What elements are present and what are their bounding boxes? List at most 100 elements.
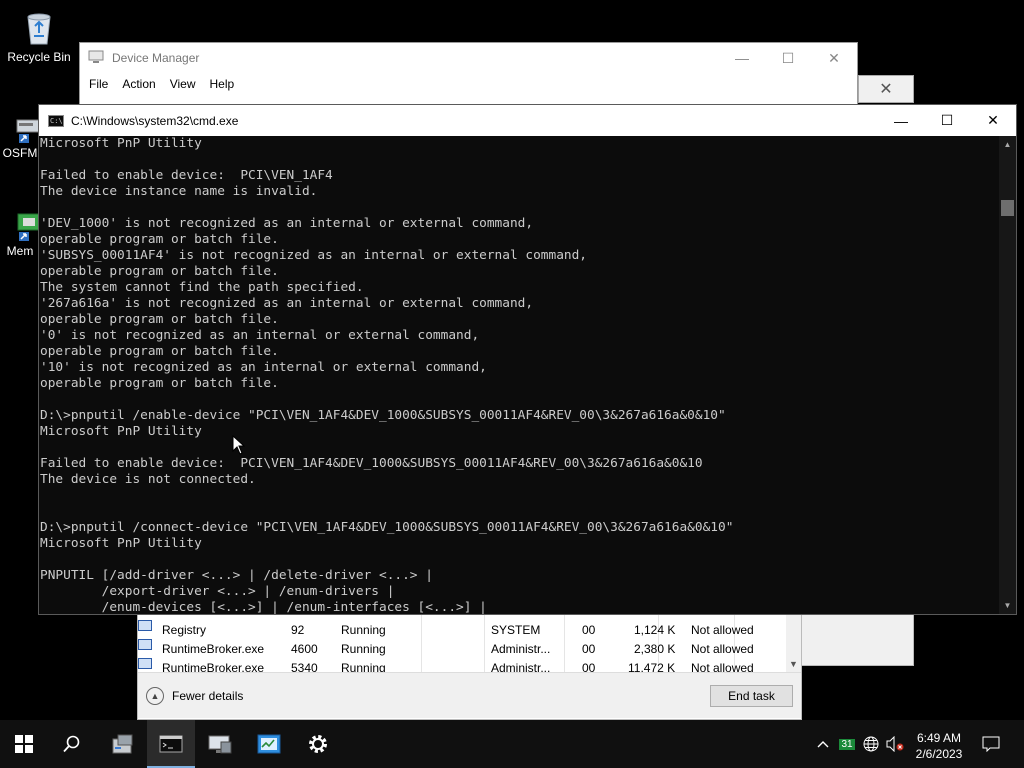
- cmd-icon: C:\: [48, 114, 64, 127]
- show-hidden-icons-button[interactable]: [813, 720, 833, 768]
- scroll-down-icon[interactable]: ▼: [999, 597, 1016, 614]
- taskbar-cmd[interactable]: [147, 720, 195, 768]
- device-manager-window[interactable]: Device Manager — ☐ ✕ File Action View He…: [79, 42, 858, 112]
- task-manager-window[interactable]: Registry 92 Running SYSTEM 00 1,124 K No…: [137, 614, 802, 720]
- menu-help[interactable]: Help: [203, 77, 242, 91]
- table-row[interactable]: RuntimeBroker.exe 4600 Running Administr…: [138, 639, 788, 658]
- console-line: The device instance name is invalid.: [40, 184, 318, 199]
- console-line: /export-driver <...> | /enum-drivers |: [40, 584, 395, 599]
- console-line: operable program or batch file.: [40, 232, 279, 247]
- console-line: D:\>pnputil /enable-device "PCI\VEN_1AF4…: [40, 408, 726, 423]
- taskbar-server-manager[interactable]: [99, 720, 147, 768]
- process-user: Administr...: [491, 642, 551, 656]
- taskbar: 31 6:49 AM 2/6/2023: [0, 720, 1024, 768]
- calendar-icon: 31: [839, 738, 855, 750]
- device-manager-title: Device Manager: [112, 51, 200, 65]
- scroll-up-icon[interactable]: ▲: [999, 136, 1016, 153]
- console-line: '267a616a' is not recognized as an inter…: [40, 296, 534, 311]
- process-status: Running: [341, 623, 386, 637]
- chevron-up-icon: ▲: [146, 687, 164, 705]
- cmd-window[interactable]: C:\ C:\Windows\system32\cmd.exe — ☐ ✕ Mi…: [38, 104, 1017, 615]
- console-line: Failed to enable device: PCI\VEN_1AF4: [40, 168, 333, 183]
- process-name: RuntimeBroker.exe: [162, 661, 265, 672]
- console-line: operable program or batch file.: [40, 376, 279, 391]
- cmd-scrollbar[interactable]: ▲ ▼: [999, 136, 1016, 614]
- notification-icon: [982, 736, 1000, 752]
- process-pid: 92: [291, 623, 305, 637]
- process-pid: 5340: [291, 661, 318, 672]
- process-cpu: 00: [582, 642, 596, 656]
- device-manager-titlebar[interactable]: Device Manager — ☐ ✕: [80, 43, 857, 73]
- device-manager-close-button[interactable]: ✕: [811, 43, 857, 73]
- task-manager-close-button[interactable]: ✕: [858, 75, 914, 103]
- process-status: Running: [341, 661, 386, 672]
- device-manager-taskbar-icon: [208, 735, 232, 754]
- process-cpu: 00: [582, 623, 596, 637]
- scrollbar-thumb[interactable]: [1001, 200, 1014, 216]
- end-task-button[interactable]: End task: [710, 685, 793, 707]
- process-name: RuntimeBroker.exe: [162, 642, 265, 656]
- process-uac: Not allowed: [691, 642, 754, 656]
- recycle-bin-shortcut[interactable]: Recycle Bin: [2, 8, 76, 64]
- process-uac: Not allowed: [691, 661, 754, 672]
- table-row[interactable]: Registry 92 Running SYSTEM 00 1,124 K No…: [138, 620, 788, 639]
- cmd-maximize-button[interactable]: ☐: [924, 105, 970, 136]
- start-button[interactable]: [0, 720, 48, 768]
- action-center-button[interactable]: [980, 720, 1002, 768]
- process-icon: [138, 658, 152, 669]
- cmd-titlebar[interactable]: C:\ C:\Windows\system32\cmd.exe — ☐ ✕: [39, 105, 1016, 136]
- fewer-details-label: Fewer details: [172, 689, 244, 703]
- process-memory: 11,472 K: [628, 661, 676, 672]
- clock-time: 6:49 AM: [916, 731, 962, 745]
- menu-view[interactable]: View: [163, 77, 203, 91]
- menu-action[interactable]: Action: [115, 77, 162, 91]
- search-button[interactable]: [48, 720, 96, 768]
- task-manager-edge: [800, 614, 914, 666]
- process-name: Registry: [162, 623, 207, 637]
- process-icon: [138, 639, 152, 650]
- process-pid: 4600: [291, 642, 318, 656]
- console-output[interactable]: Microsoft PnP Utility Failed to enable de…: [40, 136, 1000, 614]
- tray-calendar-app[interactable]: 31: [837, 720, 857, 768]
- console-line: The system cannot find the path specifie…: [40, 280, 364, 295]
- console-line: Microsoft PnP Utility: [40, 136, 202, 151]
- fewer-details-button[interactable]: ▲ Fewer details: [146, 687, 243, 705]
- console-line: '10' is not recognized as an internal or…: [40, 360, 487, 375]
- taskbar-device-manager[interactable]: [196, 720, 244, 768]
- console-line: 'SUBSYS_00011AF4' is not recognized as a…: [40, 248, 588, 263]
- chevron-up-icon: [817, 741, 829, 748]
- device-manager-icon: [88, 50, 104, 67]
- console-line: The device is not connected.: [40, 472, 256, 487]
- volume-muted-icon: [886, 736, 904, 752]
- tray-language[interactable]: [861, 720, 881, 768]
- mem-label: Mem: [6, 244, 34, 258]
- device-manager-minimize-button[interactable]: —: [719, 43, 765, 73]
- process-cpu: 00: [582, 661, 596, 672]
- console-line: operable program or batch file.: [40, 312, 279, 327]
- task-manager-icon: [257, 734, 281, 754]
- console-line: /enum-devices [<...>] | /enum-interfaces…: [40, 600, 487, 614]
- cmd-minimize-button[interactable]: —: [878, 105, 924, 136]
- scroll-down-icon[interactable]: ▼: [789, 659, 798, 672]
- console-line: D:\>pnputil /connect-device "PCI\VEN_1AF…: [40, 520, 734, 535]
- table-row[interactable]: RuntimeBroker.exe 5340 Running Administr…: [138, 658, 788, 672]
- device-manager-maximize-button[interactable]: ☐: [765, 43, 811, 73]
- taskbar-task-manager[interactable]: [245, 720, 293, 768]
- tray-volume[interactable]: [884, 720, 906, 768]
- console-line: operable program or batch file.: [40, 264, 279, 279]
- server-manager-icon: [112, 734, 133, 754]
- task-manager-scrollbar[interactable]: ▼: [786, 614, 801, 672]
- cmd-close-button[interactable]: ✕: [970, 105, 1016, 136]
- cmd-title: C:\Windows\system32\cmd.exe: [71, 113, 239, 128]
- menu-file[interactable]: File: [82, 77, 115, 91]
- system-clock[interactable]: 6:49 AM 2/6/2023: [906, 730, 972, 762]
- clock-date: 2/6/2023: [915, 747, 963, 761]
- taskbar-settings[interactable]: [294, 720, 342, 768]
- console-line: PNPUTIL [/add-driver <...> | /delete-dri…: [40, 568, 433, 583]
- gear-icon: [309, 735, 327, 753]
- process-memory: 1,124 K: [634, 623, 676, 637]
